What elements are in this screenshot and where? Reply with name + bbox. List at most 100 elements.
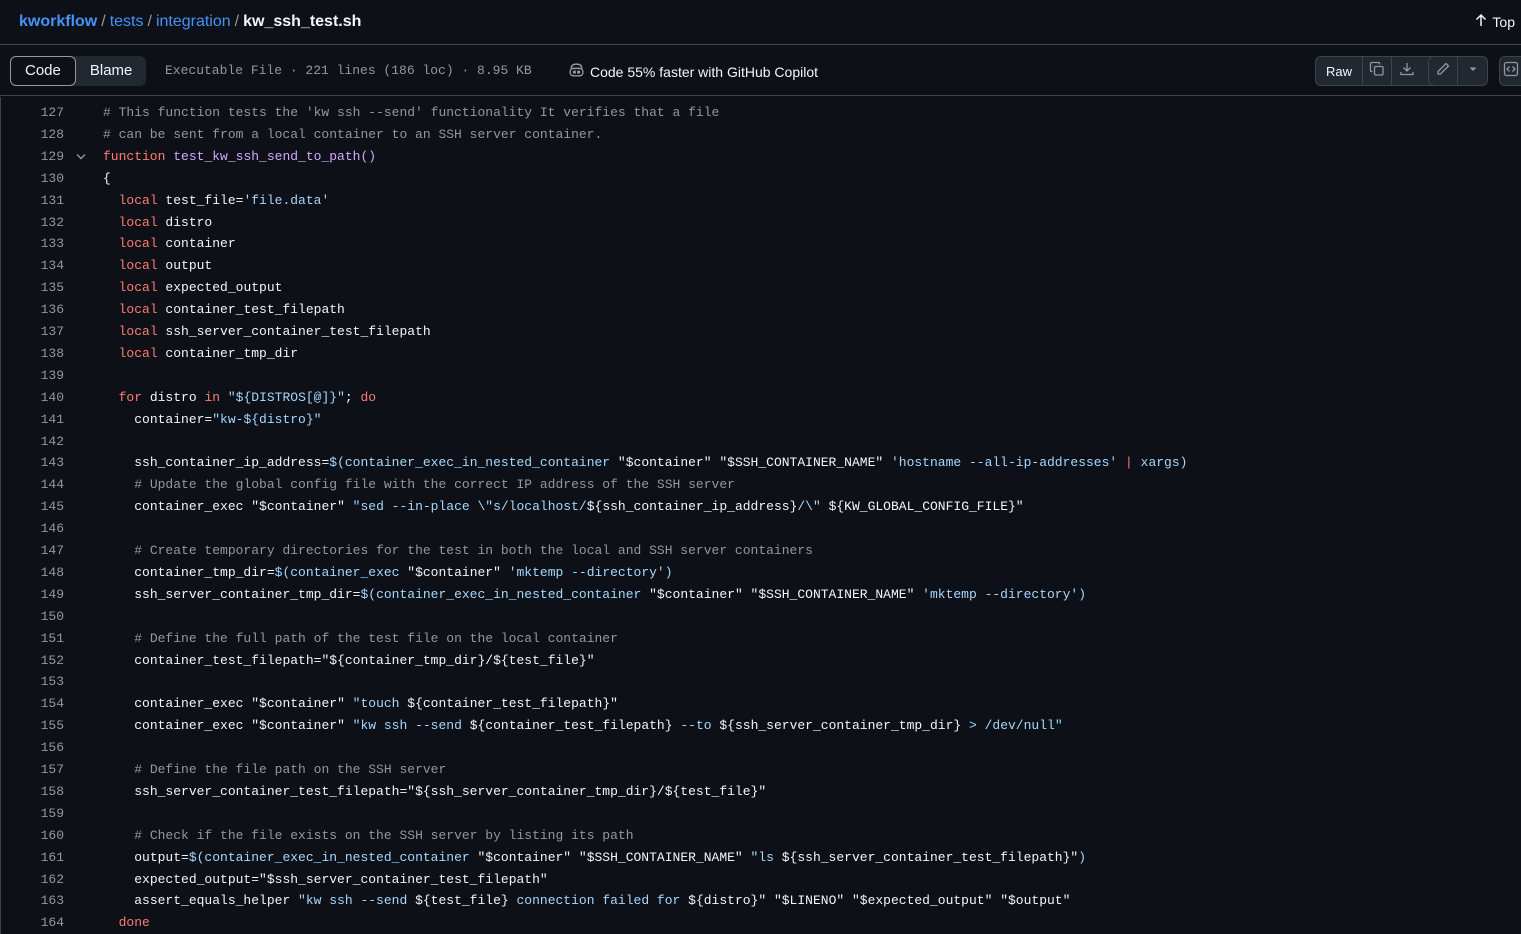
- line-number[interactable]: 154: [1, 693, 64, 715]
- code-line[interactable]: 147 # Create temporary directories for t…: [1, 540, 1521, 562]
- code-line[interactable]: 162 expected_output="$ssh_server_contain…: [1, 869, 1521, 891]
- line-number[interactable]: 134: [1, 255, 64, 277]
- code-line[interactable]: 132 local distro: [1, 212, 1521, 234]
- code-line[interactable]: 134 local output: [1, 255, 1521, 277]
- code-line[interactable]: 154 container_exec "$container" "touch $…: [1, 693, 1521, 715]
- line-number[interactable]: 128: [1, 124, 64, 146]
- line-number[interactable]: 153: [1, 671, 64, 693]
- code-line[interactable]: 149 ssh_server_container_tmp_dir=$(conta…: [1, 584, 1521, 606]
- code-line[interactable]: 161 output=$(container_exec_in_nested_co…: [1, 847, 1521, 869]
- line-number[interactable]: 160: [1, 825, 64, 847]
- back-to-top-link[interactable]: Top: [1475, 13, 1515, 30]
- line-number[interactable]: 144: [1, 474, 64, 496]
- code-line[interactable]: 135 local expected_output: [1, 277, 1521, 299]
- code-token: do: [360, 389, 377, 405]
- copilot-promo-link[interactable]: Code 55% faster with GitHub Copilot: [568, 62, 818, 82]
- code-line[interactable]: 151 # Define the full path of the test f…: [1, 628, 1521, 650]
- line-number[interactable]: 162: [1, 869, 64, 891]
- copilot-icon: [568, 62, 585, 82]
- code-line[interactable]: 127 # This function tests the 'kw ssh --s…: [1, 102, 1521, 124]
- code-token: local: [118, 324, 158, 339]
- line-number[interactable]: 152: [1, 650, 64, 672]
- line-number[interactable]: 151: [1, 628, 64, 650]
- code-line[interactable]: 146: [1, 518, 1521, 540]
- code-line[interactable]: 130 {: [1, 168, 1521, 190]
- code-line[interactable]: 155 container_exec "$container" "kw ssh …: [1, 715, 1521, 737]
- code-line[interactable]: 163 assert_equals_helper "kw ssh --send …: [1, 890, 1521, 912]
- code-line[interactable]: 142: [1, 431, 1521, 453]
- tab-code[interactable]: Code: [10, 56, 76, 86]
- line-number[interactable]: 150: [1, 606, 64, 628]
- download-raw-button[interactable]: [1392, 57, 1421, 85]
- breadcrumb-tests-link[interactable]: tests: [110, 13, 144, 30]
- code-text: assert_equals_helper "kw ssh --send ${te…: [103, 890, 1070, 912]
- line-number[interactable]: 163: [1, 890, 64, 912]
- raw-button[interactable]: Raw: [1316, 57, 1364, 85]
- code-line[interactable]: 152 container_test_filepath="${container…: [1, 650, 1521, 672]
- line-number[interactable]: 149: [1, 584, 64, 606]
- line-number[interactable]: 148: [1, 562, 64, 584]
- code-line[interactable]: 157 # Define the file path on the SSH se…: [1, 759, 1521, 781]
- line-number[interactable]: 127: [1, 102, 64, 124]
- code-line[interactable]: 131 local test_file='file.data': [1, 190, 1521, 212]
- line-number[interactable]: 141: [1, 409, 64, 431]
- edit-file-button[interactable]: [1429, 57, 1458, 85]
- line-number[interactable]: 131: [1, 190, 64, 212]
- code-line[interactable]: 158 ssh_server_container_test_filepath="…: [1, 781, 1521, 803]
- line-number[interactable]: 156: [1, 737, 64, 759]
- code-line[interactable]: 150: [1, 606, 1521, 628]
- line-number[interactable]: 136: [1, 299, 64, 321]
- line-number[interactable]: 146: [1, 518, 64, 540]
- code-line[interactable]: 137 local ssh_server_container_test_file…: [1, 321, 1521, 343]
- line-number[interactable]: 137: [1, 321, 64, 343]
- breadcrumb-repo-link[interactable]: kworkflow: [19, 13, 97, 30]
- line-number[interactable]: 158: [1, 781, 64, 803]
- line-number[interactable]: 140: [1, 387, 64, 409]
- line-number[interactable]: 157: [1, 759, 64, 781]
- code-line[interactable]: 138 local container_tmp_dir: [1, 343, 1521, 365]
- line-number[interactable]: 143: [1, 452, 64, 474]
- code-line[interactable]: 133 local container: [1, 233, 1521, 255]
- line-number[interactable]: 130: [1, 168, 64, 190]
- line-number[interactable]: 139: [1, 365, 64, 387]
- edit-options-dropdown[interactable]: [1458, 57, 1487, 85]
- line-number[interactable]: 129: [1, 146, 64, 168]
- code-line[interactable]: 164 done: [1, 912, 1521, 934]
- line-number[interactable]: 135: [1, 277, 64, 299]
- code-line[interactable]: 153: [1, 671, 1521, 693]
- line-number[interactable]: 164: [1, 912, 64, 934]
- line-number[interactable]: 147: [1, 540, 64, 562]
- breadcrumb-integration-link[interactable]: integration: [156, 13, 231, 30]
- code-line[interactable]: 139: [1, 365, 1521, 387]
- code-line[interactable]: 129 function test_kw_ssh_send_to_path(): [1, 146, 1521, 168]
- code-line[interactable]: 156: [1, 737, 1521, 759]
- line-number[interactable]: 133: [1, 233, 64, 255]
- code-line[interactable]: 148 container_tmp_dir=$(container_exec "…: [1, 562, 1521, 584]
- code-line[interactable]: 160 # Check if the file exists on the SS…: [1, 825, 1521, 847]
- line-number[interactable]: 145: [1, 496, 64, 518]
- chevron-down-icon[interactable]: [74, 152, 88, 162]
- code-token: "ls: [750, 849, 782, 865]
- line-number[interactable]: 132: [1, 212, 64, 234]
- code-line[interactable]: 136 local container_test_filepath: [1, 299, 1521, 321]
- code-line[interactable]: 141 container="kw-${distro}": [1, 409, 1521, 431]
- code-line[interactable]: 128 # can be sent from a local container …: [1, 124, 1521, 146]
- code-view[interactable]: 127 # This function tests the 'kw ssh --s…: [0, 97, 1521, 934]
- code-line[interactable]: 143 ssh_container_ip_address=$(container…: [1, 452, 1521, 474]
- copy-raw-button[interactable]: [1363, 57, 1393, 85]
- line-number[interactable]: 159: [1, 803, 64, 825]
- code-text: ssh_server_container_tmp_dir=$(container…: [103, 584, 1086, 606]
- line-number[interactable]: 142: [1, 431, 64, 453]
- symbols-panel-toggle[interactable]: [1499, 56, 1521, 86]
- tab-blame[interactable]: Blame: [76, 56, 147, 86]
- code-line[interactable]: 145 container_exec "$container" "sed --i…: [1, 496, 1521, 518]
- line-number[interactable]: 155: [1, 715, 64, 737]
- line-number[interactable]: 138: [1, 343, 64, 365]
- code-token: distro: [142, 389, 205, 405]
- code-line[interactable]: 159: [1, 803, 1521, 825]
- code-line[interactable]: 144 # Update the global config file with…: [1, 474, 1521, 496]
- code-line[interactable]: 140 for distro in "${DISTROS[@]}"; do: [1, 387, 1521, 409]
- line-number[interactable]: 161: [1, 847, 64, 869]
